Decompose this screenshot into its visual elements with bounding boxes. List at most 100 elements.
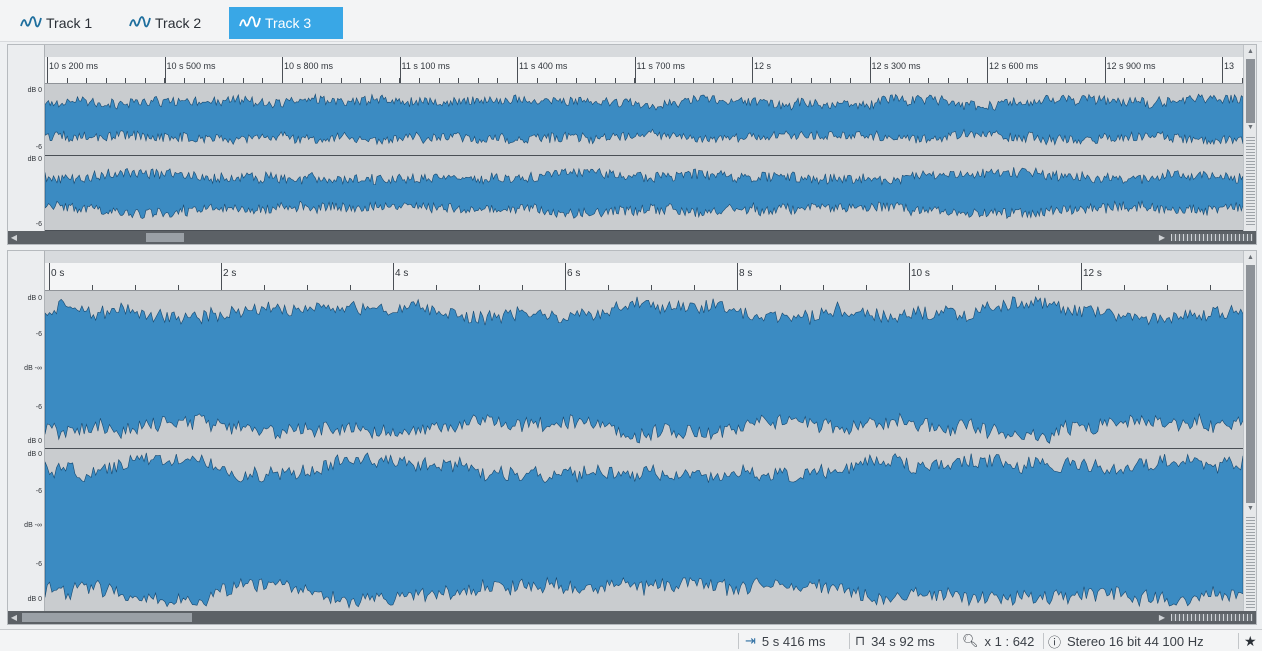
db-label: -6: [35, 144, 42, 151]
ruler-minor-tick: [360, 78, 361, 83]
favorite-button[interactable]: ★: [1244, 630, 1257, 651]
waveform-shape: [45, 94, 1243, 145]
ruler-minor-tick: [517, 78, 518, 83]
scroll-down-icon[interactable]: ▼: [1245, 504, 1256, 514]
scroll-down-icon[interactable]: ▼: [1245, 123, 1256, 133]
db-label: dB 0: [27, 87, 42, 94]
ruler-minor-tick: [522, 285, 523, 290]
cursor-position-field[interactable]: ⇥ 5 s 416 ms: [745, 630, 826, 651]
ruler-label: 10 s 500 ms: [166, 61, 216, 71]
ruler-minor-tick: [791, 78, 792, 83]
scroll-left-icon[interactable]: ◀: [8, 611, 20, 624]
right-channel-waveform[interactable]: [45, 449, 1243, 612]
horizontal-scrollbar[interactable]: ◀ ▶: [8, 611, 1256, 624]
db-label: dB 0: [27, 451, 42, 458]
ruler-minor-tick: [889, 78, 890, 83]
ruler-label: 2 s: [223, 268, 237, 279]
ruler-minor-tick: [262, 78, 263, 83]
audio-format-value: Stereo 16 bit 44 100 Hz: [1067, 633, 1204, 649]
db-label: -6: [35, 488, 42, 495]
ruler-minor-tick: [458, 78, 459, 83]
time-ruler[interactable]: 0 s 2 s 4 s 6 s 8 s 10 s 12 s: [45, 263, 1243, 291]
waveform-shape: [45, 453, 1243, 608]
selection-length-field[interactable]: ⊓ 34 s 92 ms: [855, 630, 935, 651]
ruler-minor-tick: [576, 78, 577, 83]
ruler-minor-tick: [651, 285, 652, 290]
ruler-minor-tick: [772, 78, 773, 83]
db-label: -6: [35, 404, 42, 411]
cursor-position-icon: ⇥: [745, 633, 756, 648]
tab-track-1[interactable]: Track 1: [10, 7, 114, 39]
db-label: dB -∞: [24, 522, 42, 529]
scroll-left-icon[interactable]: ◀: [8, 231, 20, 244]
right-channel-waveform[interactable]: [45, 156, 1243, 231]
ruler-minor-tick: [178, 285, 179, 290]
ruler-minor-tick: [393, 285, 394, 290]
horizontal-zoom-handle[interactable]: [1171, 234, 1253, 241]
ruler-label: 12 s: [1083, 268, 1102, 279]
ruler-minor-tick: [1046, 78, 1047, 83]
ruler-minor-tick: [307, 285, 308, 290]
db-label: -6: [35, 561, 42, 568]
level-ruler: dB 0 -6 dB 0 -6: [8, 45, 45, 244]
time-ruler[interactable]: 10 s 200 ms 10 s 500 ms 10 s 800 ms 11 s 10…: [45, 57, 1243, 84]
scroll-right-icon[interactable]: ▶: [1156, 611, 1168, 624]
tab-track-2[interactable]: Track 2: [119, 7, 223, 39]
tab-label: Track 3: [265, 15, 312, 31]
separator: [957, 633, 958, 649]
db-label: dB 0: [27, 438, 42, 445]
ruler-minor-tick: [1202, 78, 1203, 83]
scroll-up-icon[interactable]: ▲: [1245, 253, 1256, 263]
zoom-field[interactable]: 🔍︎ x 1 : 642: [962, 630, 1034, 651]
left-channel-waveform[interactable]: [45, 84, 1243, 156]
ruler-minor-tick: [204, 78, 205, 83]
ruler-minor-tick: [608, 285, 609, 290]
ruler-minor-tick: [866, 285, 867, 290]
scroll-up-icon[interactable]: ▲: [1245, 47, 1256, 57]
audio-format-field[interactable]: ⓘ Stereo 16 bit 44 100 Hz: [1048, 630, 1204, 651]
main-waveform-view[interactable]: dB 0 -6 dB -∞ -6 dB 0 dB 0 -6 dB -∞ -6 d…: [7, 250, 1257, 625]
zoomed-waveform-view[interactable]: dB 0 -6 dB 0 -6 10 s 200 ms 10 s 500 ms 10…: [7, 44, 1257, 245]
tab-track-3[interactable]: Track 3: [229, 7, 343, 39]
vertical-zoom-handle[interactable]: [1246, 137, 1255, 227]
scrollbar-thumb[interactable]: [22, 613, 192, 622]
separator: [738, 633, 739, 649]
horizontal-scrollbar[interactable]: ◀ ▶: [8, 231, 1256, 244]
vertical-zoom-handle[interactable]: [1246, 517, 1255, 609]
ruler-minor-tick: [987, 78, 988, 83]
star-icon: ★: [1244, 632, 1257, 649]
ruler-label: 12 s: [754, 61, 772, 71]
ruler-label: 11 s 400 ms: [519, 61, 568, 71]
ruler-minor-tick: [694, 285, 695, 290]
ruler-minor-tick: [380, 78, 381, 83]
ruler-minor-tick: [928, 78, 929, 83]
scrollbar-thumb[interactable]: [1246, 265, 1255, 503]
ruler-icon: ⊓: [855, 633, 866, 648]
waveform: [45, 449, 1243, 611]
ruler-minor-tick: [830, 78, 831, 83]
info-icon: ⓘ: [1048, 634, 1062, 650]
scrollbar-thumb[interactable]: [146, 233, 184, 242]
ruler-minor-tick: [850, 78, 851, 83]
horizontal-zoom-handle[interactable]: [1171, 614, 1253, 621]
ruler-minor-tick: [67, 78, 68, 83]
ruler-minor-tick: [948, 78, 949, 83]
vertical-scrollbar[interactable]: ▲ ▼: [1243, 45, 1256, 244]
separator: [1043, 633, 1044, 649]
level-ruler: dB 0 -6 dB -∞ -6 dB 0 dB 0 -6 dB -∞ -6 d…: [8, 251, 45, 624]
ruler-minor-tick: [537, 78, 538, 83]
scrollbar-thumb[interactable]: [1246, 59, 1255, 123]
waveform: [45, 84, 1243, 155]
db-label: dB 0: [27, 156, 42, 163]
vertical-scrollbar[interactable]: ▲ ▼: [1243, 251, 1256, 624]
ruler-minor-tick: [92, 285, 93, 290]
ruler-minor-tick: [565, 285, 566, 290]
ruler-minor-tick: [49, 285, 50, 290]
ruler-minor-tick: [556, 78, 557, 83]
db-label: -6: [35, 331, 42, 338]
ruler-minor-tick: [419, 78, 420, 83]
scroll-right-icon[interactable]: ▶: [1156, 231, 1168, 244]
left-channel-waveform[interactable]: [45, 291, 1243, 449]
ruler-minor-tick: [264, 285, 265, 290]
ruler-minor-tick: [811, 78, 812, 83]
